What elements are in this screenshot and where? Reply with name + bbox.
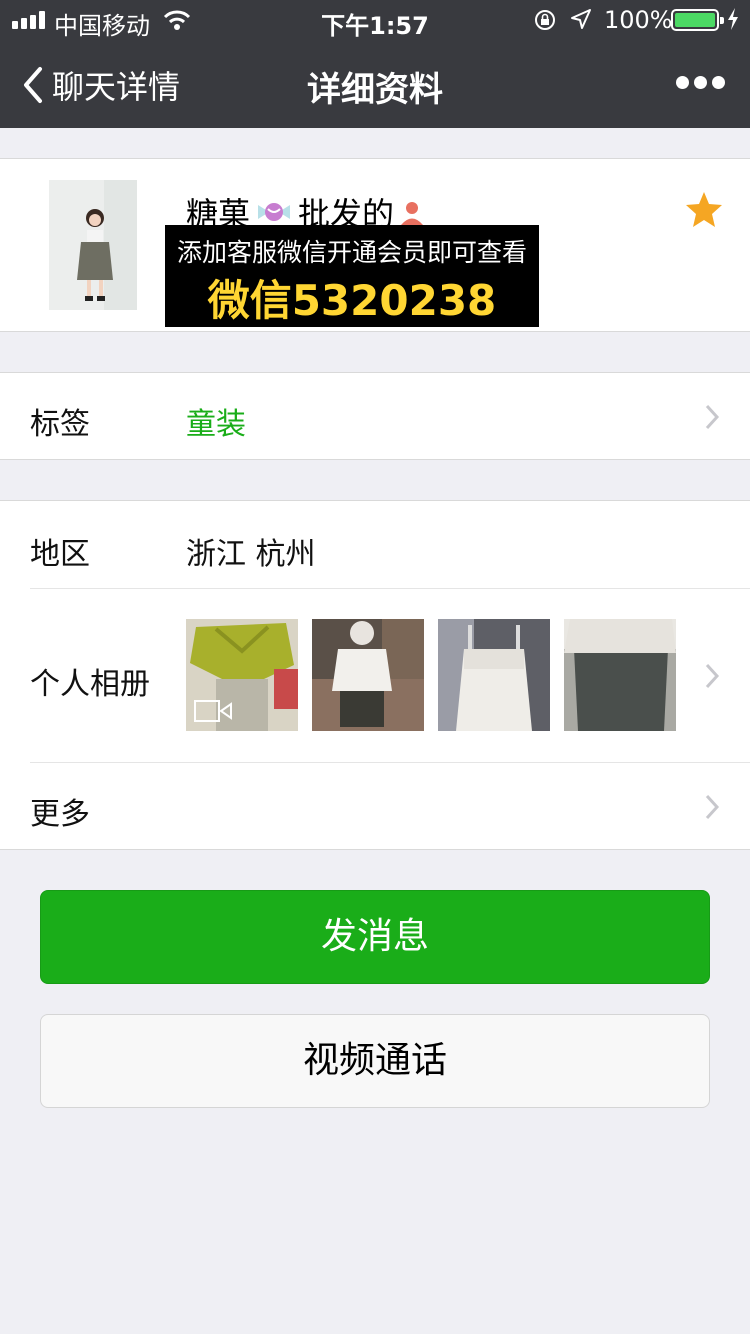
ad-banner-wechat-id: 微信5320238 [207,276,497,325]
person-icon [401,202,424,225]
battery-percent: 100% [604,6,673,34]
location-icon [571,9,591,29]
top-bar: 中国移动 下午1:57 100% 聊天详情 详细资料 [0,0,750,128]
send-message-button[interactable]: 发消息 [40,890,710,984]
chevron-right-icon [705,794,720,820]
avatar[interactable] [49,180,137,310]
more-options-button[interactable] [676,76,725,90]
status-bar: 中国移动 下午1:57 100% [0,0,750,40]
chevron-right-icon [705,663,720,689]
avatar-image [49,180,137,310]
ad-banner-text: 添加客服微信开通会员即可查看 [176,238,527,267]
page-title: 详细资料 [307,70,443,110]
battery-icon [671,9,724,31]
album-photo-3 [438,619,550,731]
more-label: 更多 [30,797,90,832]
more-row[interactable]: 更多 [0,763,750,850]
info-group: 地区 浙江 杭州 个人相册 更多 [0,500,750,850]
rotation-lock-icon [535,10,555,30]
charging-icon [728,8,738,30]
region-value: 浙江 杭州 [186,537,316,572]
album-label: 个人相册 [30,667,150,702]
video-call-button[interactable]: 视频通话 [40,1014,710,1108]
profile-card[interactable]: 糖菓 批发的 添加客服微信开通会员即可查看 微信5320238 [0,158,750,332]
candy-icon [258,203,291,221]
chevron-right-icon [705,404,720,430]
album-row[interactable]: 个人相册 [0,589,750,762]
tags-row[interactable]: 标签 童装 [0,372,750,460]
star-icon[interactable] [684,190,724,230]
album-photo-1 [186,619,298,731]
region-label: 地区 [30,537,90,572]
video-icon [194,700,232,722]
album-photo-2 [312,619,424,731]
ad-banner: 添加客服微信开通会员即可查看 微信5320238 [165,225,539,327]
album-photo-4 [564,619,676,731]
tags-label: 标签 [30,407,90,442]
tags-value: 童装 [186,407,246,442]
